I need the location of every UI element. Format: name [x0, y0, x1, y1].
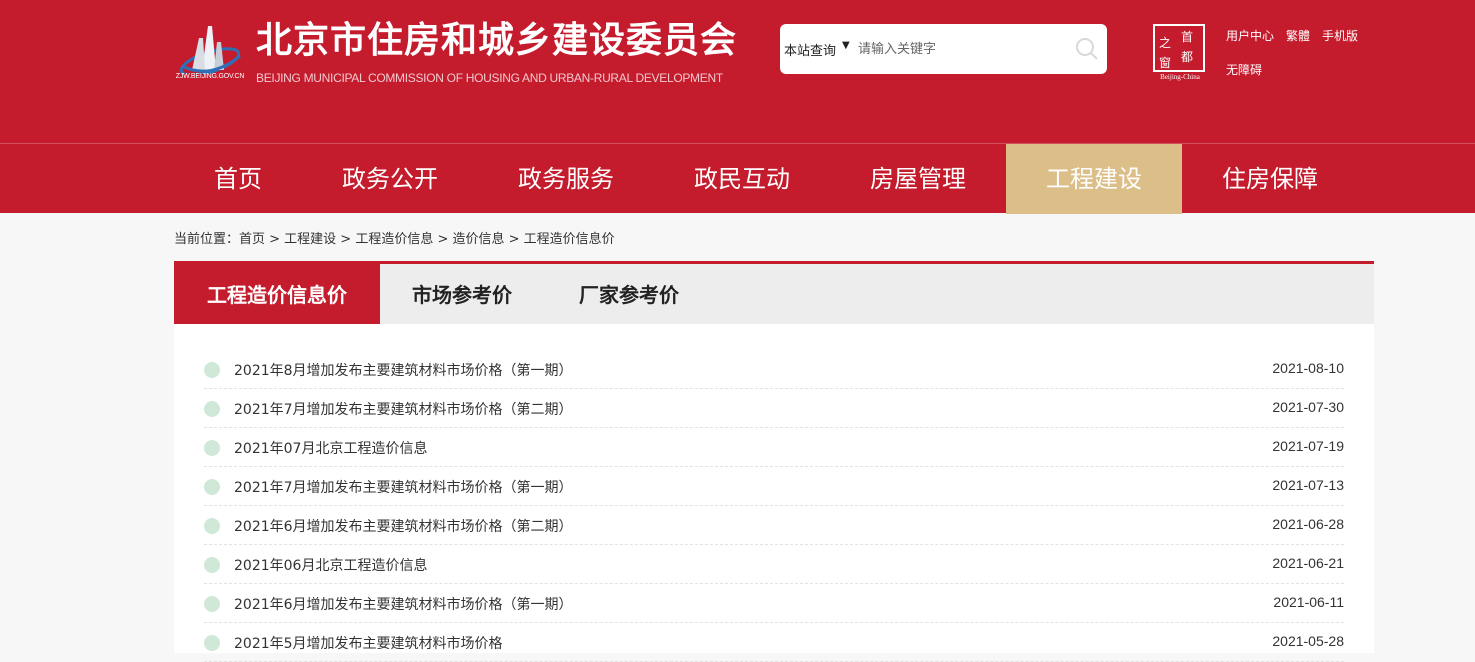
search-scope-select[interactable]: 本站查询: [784, 40, 836, 59]
tab-manufacturer-reference[interactable]: 厂家参考价: [544, 264, 714, 324]
bullet-dot-icon: [204, 362, 220, 378]
building-logo-icon: [179, 26, 241, 74]
site-subtitle: BEIJING MUNICIPAL COMMISSION OF HOUSING …: [256, 71, 723, 85]
list-item[interactable]: 2021年6月增加发布主要建筑材料市场价格（第一期） 2021-06-11: [204, 584, 1344, 623]
mobile-version-link[interactable]: 手机版: [1322, 27, 1358, 44]
bullet-dot-icon: [204, 479, 220, 495]
nav-item-interaction[interactable]: 政民互动: [654, 144, 830, 214]
list-item[interactable]: 2021年7月增加发布主要建筑材料市场价格（第二期） 2021-07-30: [204, 389, 1344, 428]
seal-char: 之: [1159, 36, 1172, 50]
traditional-chinese-link[interactable]: 繁體: [1286, 27, 1310, 44]
list-item[interactable]: 2021年8月增加发布主要建筑材料市场价格（第一期） 2021-08-10: [204, 350, 1344, 389]
nav-item-government-services[interactable]: 政务服务: [478, 144, 654, 214]
tab-bar: 工程造价信息价 市场参考价 厂家参考价: [174, 264, 1374, 324]
bullet-dot-icon: [204, 440, 220, 456]
list-item-title[interactable]: 2021年7月增加发布主要建筑材料市场价格（第二期）: [234, 399, 573, 419]
seal-char: 窗: [1159, 56, 1172, 70]
list-item-date: 2021-06-28: [1272, 516, 1344, 532]
list-item-date: 2021-07-13: [1272, 477, 1344, 493]
capital-window-seal[interactable]: 之 首 窗 都 Beijing-China: [1153, 24, 1207, 82]
nav-item-government-affairs[interactable]: 政务公开: [302, 144, 478, 214]
list-item[interactable]: 2021年06月北京工程造价信息 2021-06-21: [204, 545, 1344, 584]
bullet-dot-icon: [204, 518, 220, 534]
accessibility-link[interactable]: 无障碍: [1226, 61, 1262, 78]
list-item-title[interactable]: 2021年5月增加发布主要建筑材料市场价格: [234, 633, 503, 653]
seal-caption: Beijing-China: [1160, 73, 1200, 81]
content-panel: 工程造价信息价 市场参考价 厂家参考价 2021年8月增加发布主要建筑材料市场价…: [174, 261, 1374, 662]
nav-item-housing-management[interactable]: 房屋管理: [830, 144, 1006, 214]
nav-item-housing-security[interactable]: 住房保障: [1182, 144, 1358, 214]
list-item-title[interactable]: 2021年6月增加发布主要建筑材料市场价格（第一期）: [234, 594, 573, 614]
list-item-date: 2021-07-30: [1272, 399, 1344, 415]
site-title[interactable]: 北京市住房和城乡建设委员会: [256, 18, 737, 64]
logo-url-text: ZJW.BEIJING.GOV.CN: [175, 73, 245, 80]
bullet-dot-icon: [204, 401, 220, 417]
search-input[interactable]: [858, 36, 1058, 62]
bullet-dot-icon: [204, 596, 220, 612]
list-item-date: 2021-06-11: [1273, 594, 1344, 610]
user-center-link[interactable]: 用户中心: [1226, 27, 1274, 44]
site-header: ZJW.BEIJING.GOV.CN 北京市住房和城乡建设委员会 BEIJING…: [0, 0, 1475, 143]
list-item-title[interactable]: 2021年6月增加发布主要建筑材料市场价格（第二期）: [234, 516, 573, 536]
seal-emblem: 之 首 窗 都: [1153, 24, 1205, 72]
site-logo[interactable]: ZJW.BEIJING.GOV.CN: [172, 22, 248, 86]
tab-market-reference[interactable]: 市场参考价: [380, 264, 544, 324]
list-item[interactable]: 2021年6月增加发布主要建筑材料市场价格（第二期） 2021-06-28: [204, 506, 1344, 545]
list-item-date: 2021-05-28: [1272, 633, 1344, 649]
article-list: 2021年8月增加发布主要建筑材料市场价格（第一期） 2021-08-10 20…: [204, 350, 1344, 662]
list-item-date: 2021-06-21: [1272, 555, 1344, 571]
list-item-title[interactable]: 2021年06月北京工程造价信息: [234, 555, 427, 575]
list-item[interactable]: 2021年7月增加发布主要建筑材料市场价格（第一期） 2021-07-13: [204, 467, 1344, 506]
list-item-title[interactable]: 2021年07月北京工程造价信息: [234, 438, 427, 458]
nav-item-engineering[interactable]: 工程建设: [1006, 144, 1182, 214]
main-nav: 首页 政务公开 政务服务 政民互动 房屋管理 工程建设 住房保障: [0, 143, 1475, 214]
breadcrumb[interactable]: 当前位置：首页 > 工程建设 > 工程造价信息 > 造价信息 > 工程造价信息价: [174, 228, 615, 247]
nav-item-home[interactable]: 首页: [174, 144, 302, 214]
bullet-dot-icon: [204, 635, 220, 651]
search-icon[interactable]: [1074, 36, 1100, 62]
list-item[interactable]: 2021年07月北京工程造价信息 2021-07-19: [204, 428, 1344, 467]
dropdown-arrow-icon[interactable]: ▼: [842, 40, 850, 51]
seal-char: 都: [1181, 50, 1194, 64]
list-item[interactable]: 2021年5月增加发布主要建筑材料市场价格 2021-05-28: [204, 623, 1344, 662]
bullet-dot-icon: [204, 557, 220, 573]
tab-price-info[interactable]: 工程造价信息价: [174, 264, 380, 324]
list-item-title[interactable]: 2021年8月增加发布主要建筑材料市场价格（第一期）: [234, 360, 573, 380]
list-item-date: 2021-07-19: [1272, 438, 1344, 454]
search-box: 本站查询 ▼: [780, 24, 1107, 74]
seal-char: 首: [1181, 30, 1194, 44]
list-item-title[interactable]: 2021年7月增加发布主要建筑材料市场价格（第一期）: [234, 477, 573, 497]
list-item-date: 2021-08-10: [1272, 360, 1344, 376]
